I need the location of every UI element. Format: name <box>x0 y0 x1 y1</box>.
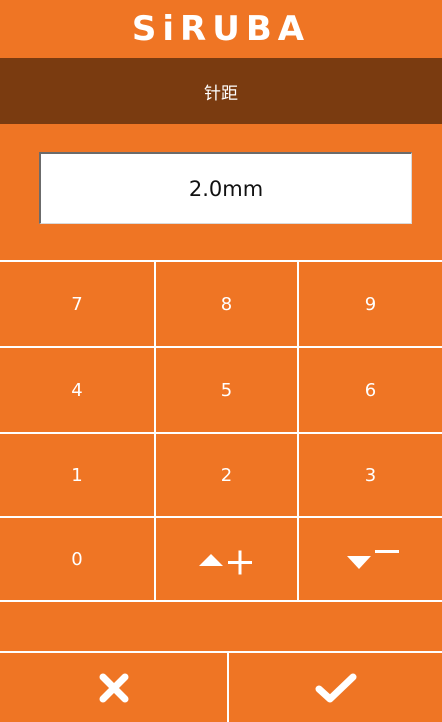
action-bar <box>0 651 442 722</box>
triangle-down-minus-icon <box>346 550 399 569</box>
key-1[interactable]: 1 <box>0 434 154 516</box>
key-label: 8 <box>220 293 233 315</box>
key-label: 0 <box>71 548 83 570</box>
key-7[interactable]: 7 <box>0 262 154 346</box>
key-label: 5 <box>220 379 233 401</box>
key-label: 7 <box>71 293 83 315</box>
decrement-button[interactable] <box>299 518 442 600</box>
stitch-length-screen: SiRUBA 针距 2.0mm 7 8 9 4 5 6 1 2 3 0 <box>0 0 442 722</box>
page-title: 针距 <box>204 83 238 104</box>
triangle-up-plus-icon <box>198 550 252 575</box>
key-3[interactable]: 3 <box>299 434 442 516</box>
key-label: 4 <box>71 379 83 401</box>
key-4[interactable]: 4 <box>0 348 154 432</box>
key-0[interactable]: 0 <box>0 518 154 600</box>
key-label: 9 <box>364 293 377 315</box>
check-icon <box>315 673 356 702</box>
key-8[interactable]: 8 <box>156 262 297 346</box>
increment-button[interactable] <box>156 518 297 600</box>
key-label: 1 <box>71 464 83 486</box>
key-label: 2 <box>220 464 233 486</box>
logo-bar: SiRUBA <box>0 0 442 58</box>
value-display[interactable]: 2.0mm <box>39 152 412 224</box>
confirm-button[interactable] <box>229 653 442 722</box>
key-label: 3 <box>364 464 377 486</box>
close-icon <box>99 673 128 702</box>
key-label: 6 <box>364 379 377 401</box>
value-text: 2.0mm <box>188 176 264 201</box>
title-bar: 针距 <box>0 58 442 124</box>
cancel-button[interactable] <box>0 653 227 722</box>
key-5[interactable]: 5 <box>156 348 297 432</box>
siruba-logo: SiRUBA <box>131 9 311 49</box>
key-9[interactable]: 9 <box>299 262 442 346</box>
key-2[interactable]: 2 <box>156 434 297 516</box>
numeric-keypad: 7 8 9 4 5 6 1 2 3 0 <box>0 260 442 602</box>
key-6[interactable]: 6 <box>299 348 442 432</box>
